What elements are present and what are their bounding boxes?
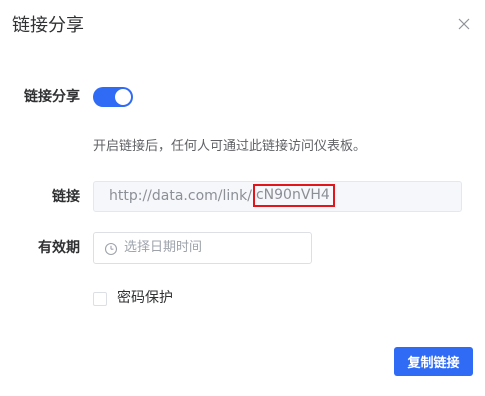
link-code: cN90nVH4 [252, 183, 335, 207]
link-prefix: http://data.com/link/ [109, 188, 252, 204]
dialog-title: 链接分享 [12, 15, 84, 36]
share-toggle-label: 链接分享 [24, 89, 80, 105]
password-checkbox[interactable] [93, 292, 107, 306]
toggle-knob [115, 89, 131, 105]
link-field[interactable]: http://data.com/link/cN90nVH4 [93, 181, 462, 212]
password-checkbox-label: 密码保护 [117, 290, 173, 306]
expiry-datetime-picker[interactable]: 选择日期时间 [93, 232, 312, 264]
expiry-placeholder: 选择日期时间 [124, 240, 203, 255]
share-hint: 开启链接后，任何人可通过此链接访问仪表板。 [93, 139, 367, 154]
share-dialog: 链接分享 链接分享 开启链接后，任何人可通过此链接访问仪表板。 链接 http:… [0, 0, 485, 396]
close-icon[interactable] [457, 16, 471, 30]
link-label: 链接 [52, 189, 80, 205]
copy-link-button[interactable]: 复制链接 [394, 347, 473, 376]
share-toggle[interactable] [93, 87, 133, 107]
expiry-label: 有效期 [38, 240, 80, 256]
clock-icon [104, 241, 118, 256]
